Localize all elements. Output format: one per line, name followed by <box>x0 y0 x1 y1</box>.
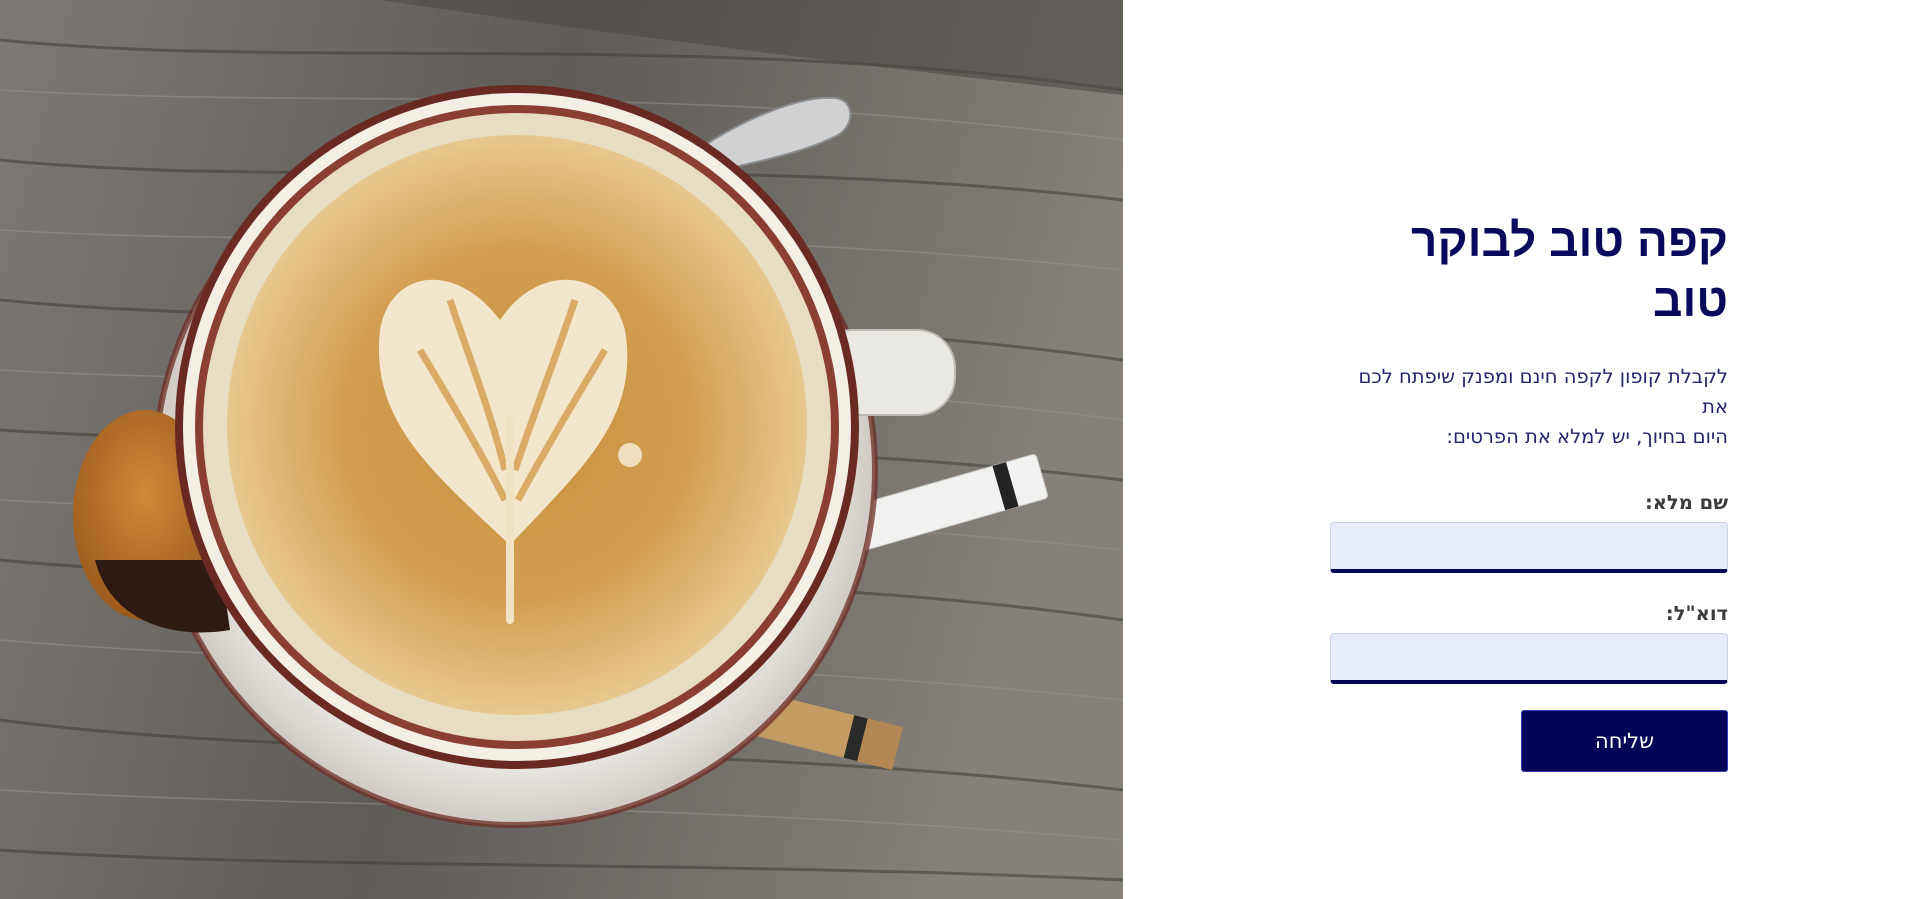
email-input[interactable] <box>1330 633 1728 684</box>
submit-button[interactable]: שליחה <box>1521 710 1728 772</box>
intro-text: לקבלת קופון לקפה חינם ומפנק שיפתח לכם את… <box>1330 362 1728 452</box>
email-label: דוא"ל: <box>1665 602 1728 625</box>
intro-line-2: היום בחיוך, יש למלא את הפרטים: <box>1446 425 1728 448</box>
page-title: קפה טוב לבוקר טוב <box>1411 214 1728 326</box>
signup-panel: קפה טוב לבוקר טוב לקבלת קופון לקפה חינם … <box>1123 0 1920 899</box>
hero-photo <box>0 0 1123 899</box>
coffee-cup-image <box>0 0 1123 899</box>
full-name-input[interactable] <box>1330 522 1728 573</box>
submit-row: שליחה <box>1330 684 1728 772</box>
coupon-form: קפה טוב לבוקר טוב לקבלת קופון לקפה חינם … <box>1330 210 1728 772</box>
landing-page: קפה טוב לבוקר טוב לקבלת קופון לקפה חינם … <box>0 0 1920 899</box>
full-name-label: שם מלא: <box>1644 491 1728 514</box>
intro-line-1: לקבלת קופון לקפה חינם ומפנק שיפתח לכם את <box>1358 365 1728 418</box>
